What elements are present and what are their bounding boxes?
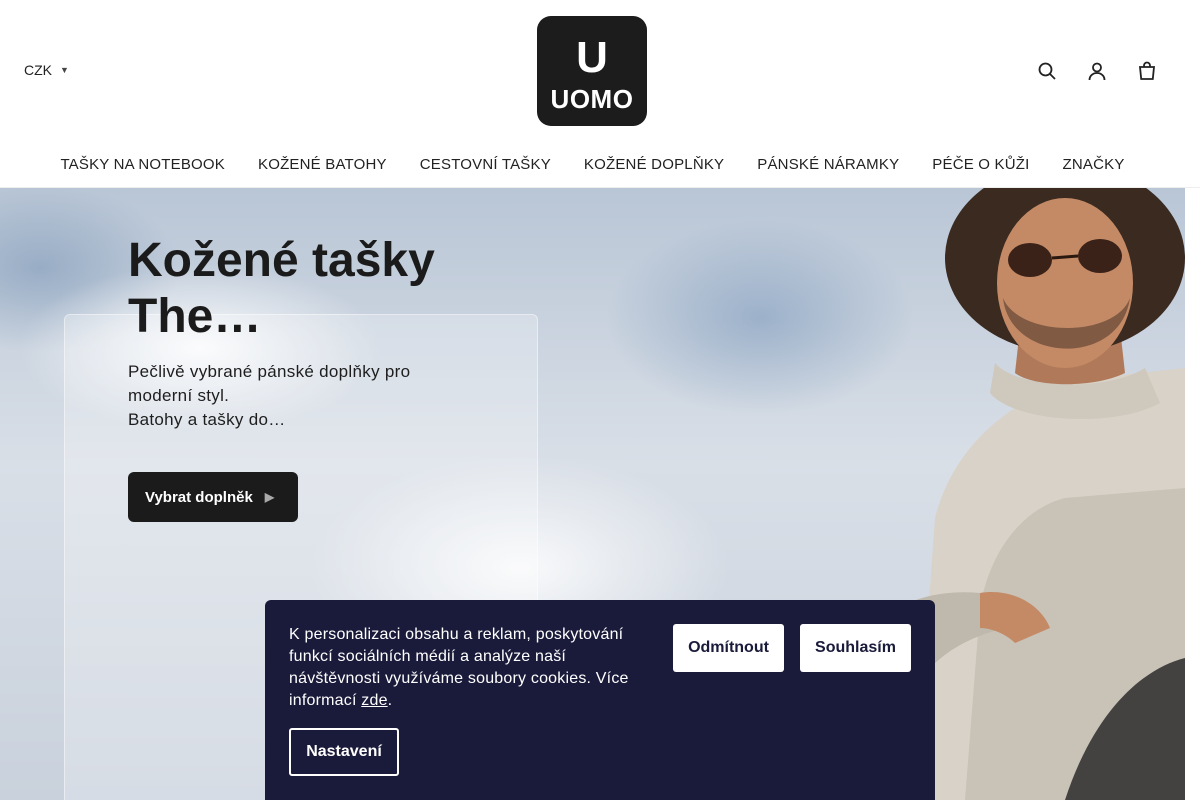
site-header: CZK ▼ U UOMO TAŠKY NA NOTEBOOK KOŽENÉ BA… — [0, 0, 1200, 188]
currency-label: CZK — [24, 62, 52, 78]
hero-title: Kožené tašky The… — [128, 234, 435, 343]
nav-item-travel-bags[interactable]: CESTOVNÍ TAŠKY — [420, 144, 551, 184]
main-navigation: TAŠKY NA NOTEBOOK KOŽENÉ BATOHY CESTOVNÍ… — [0, 144, 1185, 184]
cookie-consent-bar: K personalizaci obsahu a reklam, poskyto… — [265, 600, 935, 800]
hero-description-line: Batohy a tašky do… — [128, 410, 286, 429]
nav-item-leather-accessories[interactable]: KOŽENÉ DOPLŇKY — [584, 144, 724, 184]
chevron-down-icon: ▼ — [60, 65, 69, 75]
hero-description: Pečlivě vybrané pánské doplňky pro moder… — [128, 360, 448, 432]
nav-item-leather-backpacks[interactable]: KOŽENÉ BATOHY — [258, 144, 387, 184]
hero-description-line: Pečlivě vybrané pánské doplňky pro moder… — [128, 362, 411, 405]
logo-wordmark: UOMO — [550, 84, 634, 114]
cookie-info-link[interactable]: zde — [361, 692, 387, 709]
nav-item-leather-care[interactable]: PÉČE O KŮŽI — [932, 144, 1029, 184]
reject-cookies-button[interactable]: Odmítnout — [673, 624, 784, 672]
logo-letter: U — [576, 33, 608, 82]
currency-selector[interactable]: CZK ▼ — [24, 62, 69, 78]
nav-item-mens-bracelets[interactable]: PÁNSKÉ NÁRAMKY — [757, 144, 899, 184]
cookie-text-end: . — [387, 692, 393, 709]
logo[interactable]: U UOMO — [537, 16, 647, 126]
choose-accessory-button[interactable]: Vybrat doplněk ▶ — [128, 472, 298, 522]
header-actions — [1034, 58, 1160, 84]
cart-icon[interactable] — [1134, 58, 1160, 84]
user-icon[interactable] — [1084, 58, 1110, 84]
nav-item-brands[interactable]: ZNAČKY — [1063, 144, 1125, 184]
accept-cookies-button[interactable]: Souhlasím — [800, 624, 911, 672]
cookie-settings-button[interactable]: Nastavení — [289, 728, 399, 776]
choose-accessory-label: Vybrat doplněk — [145, 488, 253, 506]
nav-item-notebook-bags[interactable]: TAŠKY NA NOTEBOOK — [60, 144, 225, 184]
arrow-right-icon: ▶ — [264, 490, 275, 504]
search-icon[interactable] — [1034, 58, 1060, 84]
cookie-message: K personalizaci obsahu a reklam, poskyto… — [289, 626, 629, 709]
cookie-text: K personalizaci obsahu a reklam, poskyto… — [289, 624, 649, 712]
